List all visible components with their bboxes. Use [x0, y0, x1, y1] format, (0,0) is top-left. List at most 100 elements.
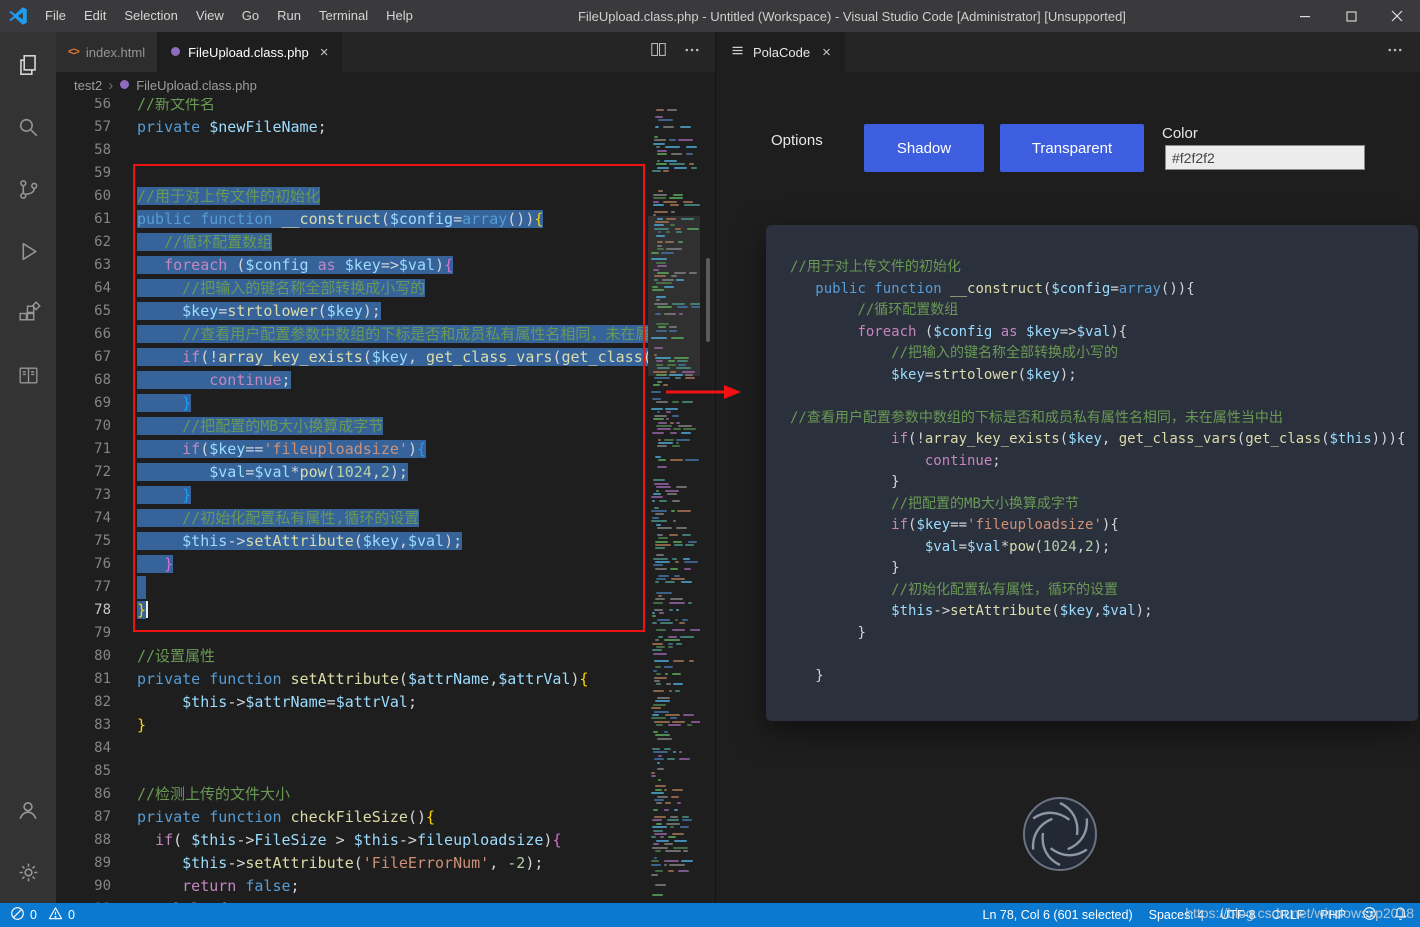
problems-indicator[interactable]: 0 0 [10, 906, 75, 924]
code-line[interactable]: 74 //初始化配置私有属性,循环的设置 [56, 507, 648, 530]
line-number: 78 [56, 599, 137, 622]
code-line[interactable]: 77 [56, 576, 648, 599]
tab-fileupload-class-php[interactable]: FileUpload.class.php× [158, 32, 341, 72]
code-line[interactable]: 88 if( $this->FileSize > $this->fileuplo… [56, 829, 648, 852]
menu-terminal[interactable]: Terminal [310, 0, 377, 32]
snippet-line: continue; [790, 451, 1394, 473]
code-line[interactable]: 81private function setAttribute($attrNam… [56, 668, 648, 691]
code-line[interactable]: 80//设置属性 [56, 645, 648, 668]
line-content [137, 162, 648, 185]
minimap-line [688, 602, 692, 604]
minimap-line [658, 439, 661, 441]
close-button[interactable] [1374, 0, 1420, 32]
menu-view[interactable]: View [187, 0, 233, 32]
tab-polacode[interactable]: PolaCode × [716, 32, 845, 72]
code-line[interactable]: 78} [56, 599, 648, 622]
search-icon[interactable] [0, 96, 56, 158]
code-line[interactable]: 61public function __construct($config=ar… [56, 208, 648, 231]
breadcrumb-item[interactable]: FileUpload.class.php [136, 78, 257, 93]
breadcrumb-item[interactable]: test2 [74, 78, 102, 93]
code-line[interactable]: 63 foreach ($config as $key=>$val){ [56, 254, 648, 277]
transparent-button[interactable]: Transparent [1000, 124, 1144, 172]
minimap-line [654, 211, 668, 213]
color-input[interactable] [1165, 145, 1365, 170]
code-line[interactable]: 59 [56, 162, 648, 185]
editor-scrollbar[interactable] [700, 98, 715, 903]
cursor-position[interactable]: Ln 78, Col 6 (601 selected) [983, 908, 1133, 922]
code-line[interactable]: 86//检测上传的文件大小 [56, 783, 648, 806]
maximize-button[interactable] [1328, 0, 1374, 32]
panel-close-icon[interactable]: × [822, 44, 831, 61]
menu-file[interactable]: File [36, 0, 75, 32]
code-line[interactable]: 64 //把输入的键名称全部转换成小写的 [56, 277, 648, 300]
minimap[interactable] [648, 98, 700, 903]
code-line[interactable]: 72 $val=$val*pow(1024,2); [56, 461, 648, 484]
minimap-line [657, 738, 672, 740]
line-number: 75 [56, 530, 137, 553]
polacode-shutter-button[interactable] [1021, 795, 1099, 878]
code-line[interactable]: 84 [56, 737, 648, 760]
run-and-debug-icon[interactable] [0, 220, 56, 282]
code-line[interactable]: 57private $newFileName; [56, 116, 648, 139]
minimap-line [669, 163, 685, 165]
minimap-line [659, 500, 667, 502]
code-line[interactable]: 69 } [56, 392, 648, 415]
scrollbar-thumb[interactable] [706, 258, 710, 342]
menu-go[interactable]: Go [233, 0, 268, 32]
panel-more-actions-icon[interactable] [1386, 41, 1420, 64]
minimap-line [685, 544, 694, 546]
more-actions-icon[interactable] [683, 41, 701, 64]
php-file-icon [170, 45, 181, 60]
code-line[interactable]: 89 $this->setAttribute('FileErrorNum', -… [56, 852, 648, 875]
code-line[interactable]: 85 [56, 760, 648, 783]
code-line[interactable]: 67 if(!array_key_exists($key, get_class_… [56, 346, 648, 369]
code-line[interactable]: 79 [56, 622, 648, 645]
code-line[interactable]: 60//用于对上传文件的初始化 [56, 185, 648, 208]
code-line[interactable]: 73 } [56, 484, 648, 507]
minimap-line [665, 490, 679, 492]
explorer-icon[interactable] [0, 34, 56, 96]
extensions-icon[interactable] [0, 282, 56, 344]
line-number: 77 [56, 576, 137, 599]
split-editor-icon[interactable] [649, 40, 668, 64]
menu-run[interactable]: Run [268, 0, 310, 32]
minimap-line [674, 809, 678, 811]
tab-index-html[interactable]: <>index.html [56, 32, 158, 72]
code-line[interactable]: 66 //查看用户配置参数中数组的下标是否和成员私有属性名相同，未在属性当中 [56, 323, 648, 346]
minimap-line [654, 857, 657, 859]
tab-close-icon[interactable]: × [320, 44, 329, 61]
code-line[interactable]: 76 } [56, 553, 648, 576]
minimap-line [676, 609, 679, 611]
code-line[interactable]: 87private function checkFileSize(){ [56, 806, 648, 829]
menu-edit[interactable]: Edit [75, 0, 115, 32]
editor[interactable]: 56//新文件名57private $newFileName;585960//用… [56, 98, 715, 903]
code-line[interactable]: 56//新文件名 [56, 98, 648, 116]
code-line[interactable]: 62 //循环配置数组 [56, 231, 648, 254]
minimap-line [653, 194, 667, 196]
selection-block [137, 576, 146, 599]
code-line[interactable]: 68 continue; [56, 369, 648, 392]
minimap-line [682, 816, 689, 818]
code-line[interactable]: 82 $this->$attrName=$attrVal; [56, 691, 648, 714]
code-line[interactable]: 90 return false; [56, 875, 648, 898]
settings-icon[interactable] [0, 841, 56, 903]
line-content: private function setAttribute($attrName,… [137, 668, 648, 691]
code-line[interactable]: 75 $this->setAttribute($key,$val); [56, 530, 648, 553]
minimap-line [666, 411, 671, 413]
shadow-button[interactable]: Shadow [864, 124, 984, 172]
accounts-icon[interactable] [0, 779, 56, 841]
menu-selection[interactable]: Selection [115, 0, 186, 32]
minimap-line [676, 422, 680, 424]
code-line[interactable]: 71 if($key=='fileuploadsize'){ [56, 438, 648, 461]
code-line[interactable]: 58 [56, 139, 648, 162]
options-label: Options [771, 132, 823, 149]
minimap-line [657, 306, 672, 308]
code-line[interactable]: 70 //把配置的MB大小换算成字节 [56, 415, 648, 438]
menu-help[interactable]: Help [377, 0, 422, 32]
minimap-line [669, 330, 677, 332]
source-control-icon[interactable] [0, 158, 56, 220]
code-line[interactable]: 65 $key=strtolower($key); [56, 300, 648, 323]
preview-icon[interactable] [0, 344, 56, 406]
minimize-button[interactable] [1282, 0, 1328, 32]
code-line[interactable]: 83} [56, 714, 648, 737]
